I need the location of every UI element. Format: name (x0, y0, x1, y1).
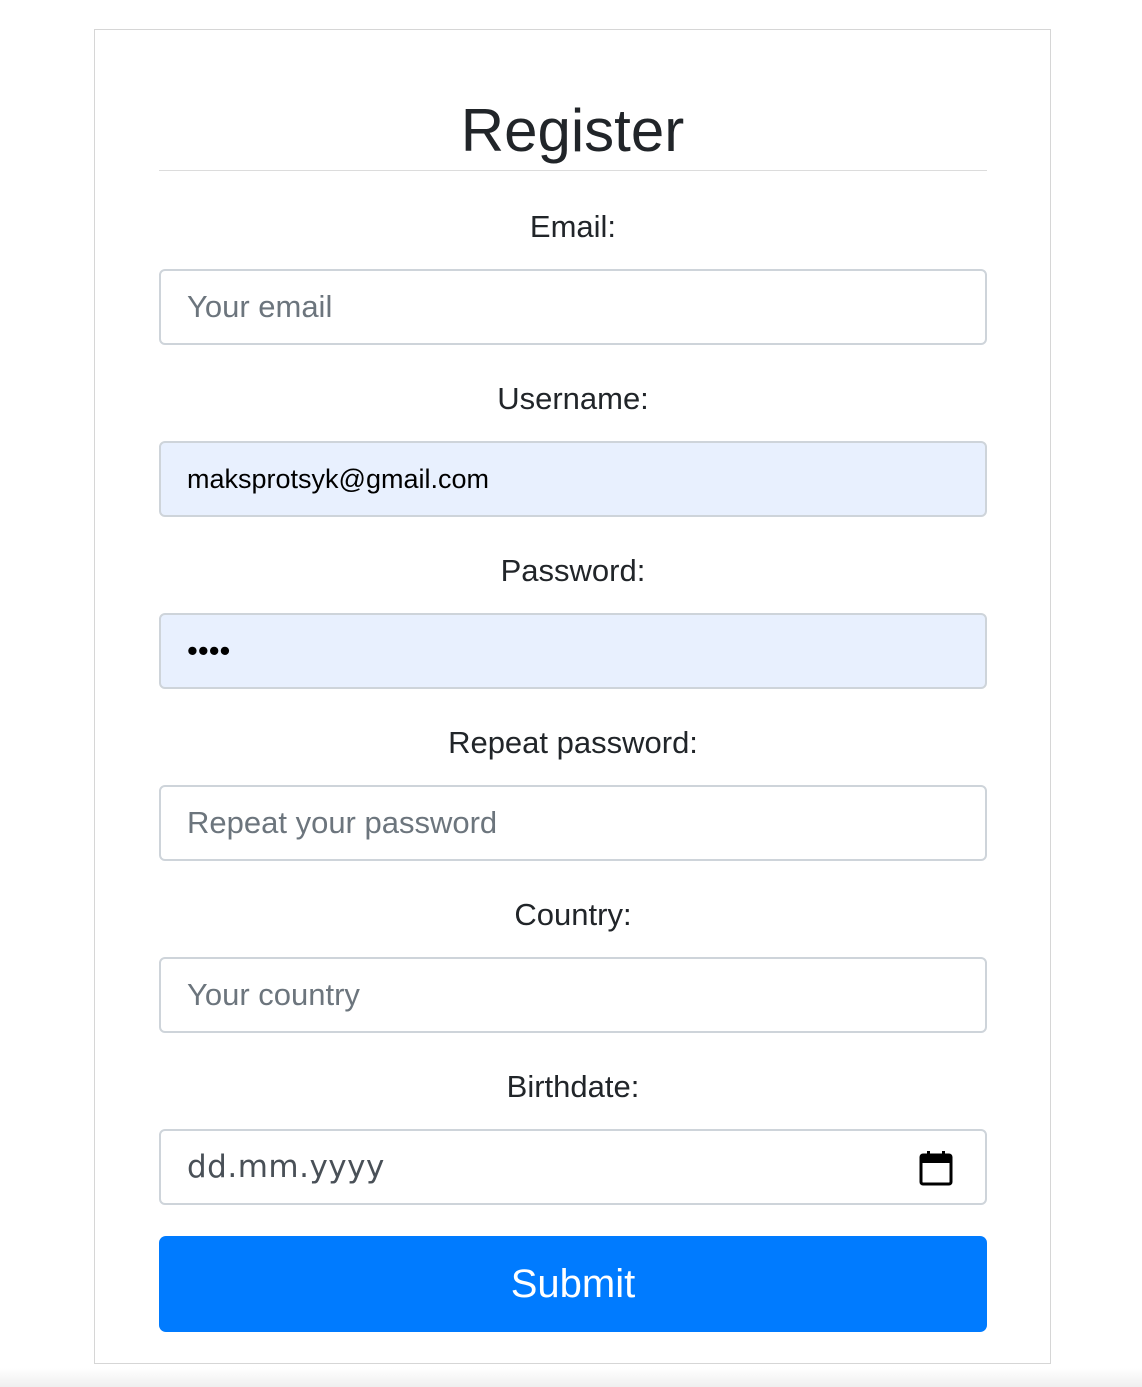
bottom-edge-shade (0, 1368, 1142, 1387)
username-label: Username: (497, 381, 649, 416)
password-field[interactable] (159, 613, 987, 689)
submit-button[interactable]: Submit (159, 1236, 987, 1332)
register-card: Register Email: Username: Password: Repe… (94, 29, 1051, 1364)
email-field[interactable] (159, 269, 987, 345)
birthdate-placeholder: dd.mm.yyyy (187, 1149, 385, 1185)
birthdate-field[interactable]: dd.mm.yyyy (159, 1129, 987, 1205)
email-label: Email: (529, 209, 617, 244)
page: Register Email: Username: Password: Repe… (0, 0, 1142, 1387)
country-label: Country: (514, 897, 632, 932)
page-title: Register (460, 97, 685, 164)
repeat-password-label: Repeat password: (448, 725, 698, 760)
username-field[interactable] (159, 441, 987, 517)
password-label: Password: (500, 553, 646, 588)
calendar-icon[interactable] (919, 1150, 953, 1186)
title-divider (159, 170, 987, 171)
country-field[interactable] (159, 957, 987, 1033)
repeat-password-field[interactable] (159, 785, 987, 861)
birthdate-label: Birthdate: (506, 1069, 640, 1104)
